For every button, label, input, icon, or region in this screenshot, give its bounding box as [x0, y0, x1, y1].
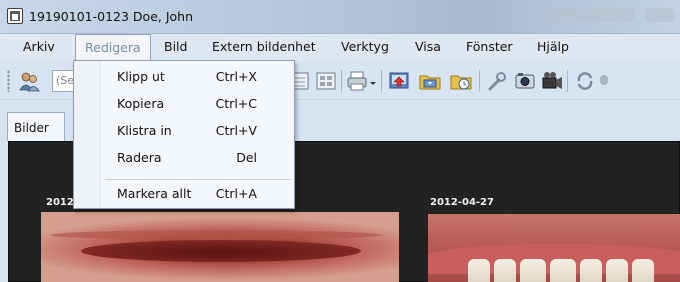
tab-bilder[interactable]: Bilder [7, 112, 65, 141]
lip-shape [81, 240, 361, 262]
titlebar-blur-region-2 [645, 8, 675, 22]
tooth-shape [494, 259, 516, 282]
toolbar-separator [341, 70, 342, 92]
toolbar-separator-2 [381, 70, 382, 92]
app-icon[interactable] [7, 8, 23, 24]
menu-fonster[interactable]: Fönster [466, 39, 513, 54]
tooth-shape [580, 259, 602, 282]
menu-item-label: Markera allt [117, 186, 192, 201]
menu-bild[interactable]: Bild [164, 39, 187, 54]
tooth-shape [550, 259, 576, 282]
menu-item-shortcut: Ctrl+C [215, 96, 257, 111]
menu-item-label: Radera [117, 150, 162, 165]
tooth-shape [520, 259, 546, 282]
camera-icon[interactable] [514, 70, 536, 92]
grid-view-icon[interactable] [315, 70, 337, 92]
menu-redigera[interactable]: Redigera [75, 34, 151, 61]
photo-date-label: 2012-04-27 [430, 197, 494, 208]
menu-separator [105, 179, 291, 180]
print-dropdown-icon[interactable] [368, 70, 378, 92]
scheduled-folder-icon[interactable] [450, 70, 472, 92]
menu-item-cut[interactable]: Klipp ut Ctrl+X [74, 65, 294, 89]
menu-visa[interactable]: Visa [415, 39, 441, 54]
refresh-icon[interactable] [574, 70, 596, 92]
menu-bar: Arkiv Redigera Bild Extern bildenhet Ver… [0, 34, 680, 61]
dental-photo-teeth[interactable] [428, 214, 680, 282]
menu-item-paste[interactable]: Klistra in Ctrl+V [74, 119, 294, 143]
tooth-shape [632, 259, 654, 282]
toolbar-separator-3 [479, 70, 480, 92]
menu-item-select-all[interactable]: Markera allt Ctrl+A [74, 182, 294, 206]
window-title: 19190101-0123 Doe, John [29, 9, 194, 24]
menu-item-label: Klipp ut [117, 69, 165, 84]
menu-item-delete[interactable]: Radera Del [74, 146, 294, 170]
search-input[interactable]: (Se [52, 70, 74, 92]
menu-verktyg[interactable]: Verktyg [341, 39, 389, 54]
title-bar[interactable]: 19190101-0123 Doe, John [0, 0, 680, 34]
menu-item-shortcut: Ctrl+A [215, 186, 257, 201]
menu-extern-bildenhet[interactable]: Extern bildenhet [212, 39, 316, 54]
menu-item-shortcut: Ctrl+V [215, 123, 257, 138]
tooth-shape [606, 259, 628, 282]
dental-photo-lips[interactable] [41, 212, 399, 282]
print-icon[interactable] [346, 70, 368, 92]
menu-hjalp[interactable]: Hjälp [537, 39, 569, 54]
menu-item-shortcut: Del [236, 150, 257, 165]
toolbar-cutoff-region [600, 75, 608, 85]
menu-item-label: Klistra in [117, 123, 172, 138]
toolbar-separator-4 [567, 70, 568, 92]
video-camera-icon[interactable] [541, 70, 563, 92]
menu-item-shortcut: Ctrl+X [215, 69, 257, 84]
lip-shading [51, 230, 381, 240]
edit-dropdown-menu: Klipp ut Ctrl+X Kopiera Ctrl+C Klistra i… [73, 60, 295, 209]
menu-arkiv[interactable]: Arkiv [23, 39, 55, 54]
export-icon[interactable] [388, 70, 410, 92]
patients-icon[interactable] [18, 70, 40, 92]
menu-item-copy[interactable]: Kopiera Ctrl+C [74, 92, 294, 116]
titlebar-blur-region [545, 8, 635, 22]
menu-item-label: Kopiera [117, 96, 165, 111]
toolbar-grip-icon[interactable] [7, 70, 10, 92]
tooth-shape [468, 259, 490, 282]
import-folder-icon[interactable] [419, 70, 441, 92]
wrench-icon[interactable] [486, 70, 508, 92]
photo-date-label: 2012 [46, 197, 74, 208]
